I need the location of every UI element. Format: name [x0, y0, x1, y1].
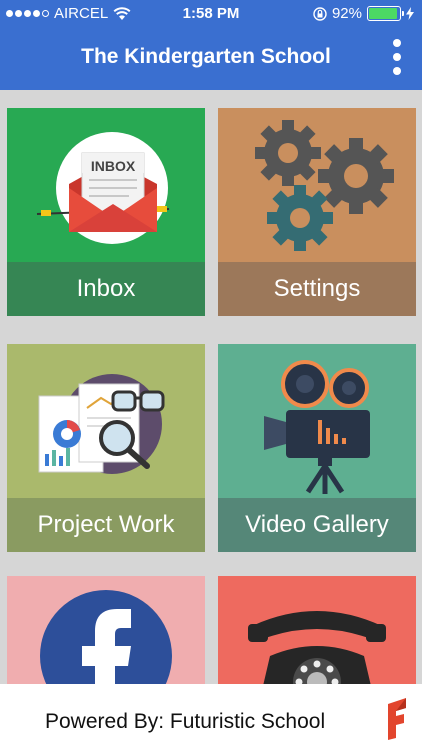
tile-label: Inbox: [7, 262, 205, 316]
tile-inbox[interactable]: INBOX Inbox: [7, 108, 205, 316]
tile-settings[interactable]: Settings: [218, 108, 416, 316]
powered-by-text: Powered By: Futuristic School: [45, 710, 326, 733]
page-title: The Kindergarten School: [81, 45, 331, 68]
battery-percent: 92%: [331, 5, 362, 22]
app-header: The Kindergarten School: [0, 28, 422, 90]
report-magnifier-icon: [38, 374, 165, 474]
tile-label: Video Gallery: [218, 498, 416, 552]
battery-icon: [367, 6, 404, 21]
rotary-phone-icon: [248, 611, 386, 684]
futuristic-school-logo-icon: [388, 698, 406, 740]
svg-text:INBOX: INBOX: [91, 158, 136, 174]
inbox-envelope-icon: INBOX: [36, 132, 170, 244]
charging-bolt-icon: [406, 7, 414, 20]
tile-label: Settings: [218, 262, 416, 316]
tile-video-gallery[interactable]: Video Gallery: [218, 344, 416, 552]
status-right: 92%: [313, 5, 414, 22]
gears-icon: [255, 120, 394, 251]
tile-label: Project Work: [7, 498, 205, 552]
more-menu-button[interactable]: [390, 39, 404, 75]
footer: Powered By: Futuristic School: [0, 684, 422, 750]
facebook-icon: [40, 590, 172, 684]
film-camera-icon: [264, 360, 370, 494]
tile-facebook[interactable]: [7, 576, 205, 684]
status-bar: AIRCEL 1:58 PM 92%: [0, 0, 422, 28]
orientation-lock-icon: [313, 6, 327, 21]
more-vertical-icon: [393, 39, 401, 47]
tile-contact[interactable]: [218, 576, 416, 684]
tile-project-work[interactable]: Project Work: [7, 344, 205, 552]
